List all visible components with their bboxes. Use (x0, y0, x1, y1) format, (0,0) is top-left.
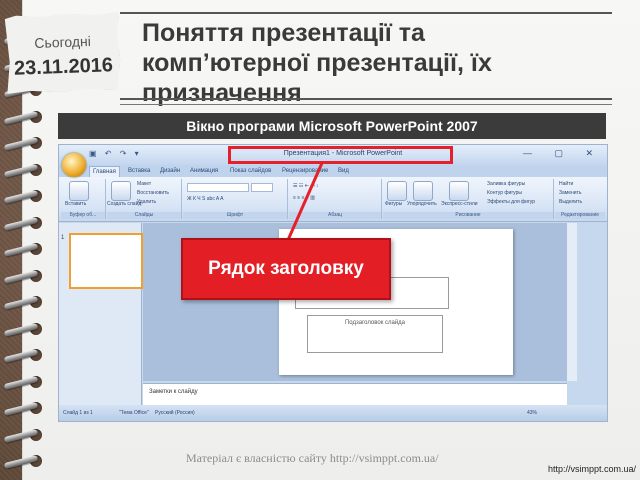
tab-design[interactable]: Дизайн (157, 166, 183, 177)
slide-thumbnail[interactable] (69, 233, 143, 289)
spiral-ring (3, 452, 50, 470)
paragraph-group-label: Абзац (289, 212, 381, 219)
site-url[interactable]: http://vsimppt.com.ua/ (548, 464, 636, 474)
copyright-text: Матеріал є власністю сайту http://vsimpp… (186, 451, 439, 465)
tab-animation[interactable]: Анимация (187, 166, 221, 177)
spiral-ring (3, 187, 50, 205)
arrange-icon[interactable] (413, 181, 433, 201)
editing-group: Найти Заменить Выделить Редактирование (555, 179, 605, 219)
reset-button[interactable]: Восстановить (137, 190, 169, 196)
status-theme: "Тема Office" (119, 410, 149, 416)
figures-icon[interactable] (387, 181, 407, 201)
spiral-ring (3, 108, 50, 126)
thumbnail-number: 1 (61, 235, 65, 241)
shape-outline-button[interactable]: Контур фигуры (487, 190, 522, 196)
tab-view[interactable]: Вид (335, 166, 352, 177)
slide-title: Поняття презентації та комп’ютерної през… (142, 19, 492, 107)
tab-insert[interactable]: Вставка (125, 166, 153, 177)
date-value: 23.11.2016 (13, 54, 114, 80)
editing-group-label: Редактирование (555, 212, 605, 219)
paragraph-group: ☰ ☷ ⇤ ⇥ ↕ ≡ ≡ ≡ ≡ ▥ Абзац (289, 179, 382, 219)
spiral-ring (3, 373, 50, 391)
spiral-ring (3, 320, 50, 338)
spiral-ring (3, 240, 50, 258)
arrange-button[interactable]: Упорядочить (407, 201, 437, 207)
date-label: Сьогодні (34, 33, 92, 51)
figures-button[interactable]: Фигуры (385, 201, 402, 207)
status-language: Русский (Россия) (155, 410, 195, 416)
clipboard-group-label: Буфер об... (61, 212, 105, 219)
date-note: Сьогодні 23.11.2016 (5, 12, 122, 94)
new-slide-icon[interactable] (111, 181, 131, 201)
font-size-field[interactable] (251, 183, 273, 192)
tab-review[interactable]: Рецензирование (279, 166, 331, 177)
vertical-scrollbar[interactable] (567, 223, 577, 381)
status-slide: Слайд 1 из 1 (63, 410, 93, 416)
screenshot-caption: Вікно програми Microsoft PowerPoint 2007 (58, 113, 606, 139)
spiral-ring (3, 399, 50, 417)
align-buttons[interactable]: ≡ ≡ ≡ ≡ ▥ (293, 195, 315, 201)
spiral-ring (3, 214, 50, 232)
layout-button[interactable]: Макет (137, 181, 151, 187)
express-styles-button[interactable]: Экспресс-стили (441, 201, 478, 207)
ribbon: Вставить Буфер об... Создать слайд Макет… (59, 177, 607, 222)
find-button[interactable]: Найти (559, 181, 573, 187)
spiral-ring (3, 161, 50, 179)
spiral-ring (3, 267, 50, 285)
title-bar-highlight (228, 146, 453, 164)
ribbon-tabs: Главная Вставка Дизайн Анимация Показ сл… (59, 165, 607, 178)
list-buttons[interactable]: ☰ ☷ ⇤ ⇥ ↕ (293, 183, 318, 189)
window-controls[interactable]: — ▢ ✕ (523, 148, 603, 159)
office-button-icon[interactable] (62, 153, 86, 177)
quick-access-toolbar[interactable]: ▣ ↶ ↷ ▾ (89, 149, 142, 158)
select-button[interactable]: Выделить (559, 199, 582, 205)
font-name-field[interactable] (187, 183, 249, 192)
slides-pane: 1 (59, 223, 143, 405)
font-group-label: Шрифт (183, 212, 287, 219)
slides-group-label: Слайды (107, 212, 181, 219)
notes-pane[interactable]: Заметки к слайду (143, 383, 567, 405)
title-divider-bottom-thin (120, 104, 612, 105)
drawing-group: Фигуры Упорядочить Экспресс-стили Заливк… (383, 179, 554, 219)
status-bar: Слайд 1 из 1 "Тема Office" Русский (Росс… (59, 405, 607, 421)
font-format-buttons[interactable]: Ж К Ч S abc A A (187, 196, 223, 202)
slides-group: Создать слайд Макет Восстановить Удалить… (107, 179, 182, 219)
paste-icon[interactable] (69, 181, 89, 201)
paste-button[interactable]: Вставить (65, 201, 86, 207)
shape-effects-button[interactable]: Эффекты для фигур (487, 199, 535, 205)
delete-button[interactable]: Удалить (137, 199, 156, 205)
shape-fill-button[interactable]: Заливка фигуры (487, 181, 525, 187)
title-divider-bottom (120, 98, 612, 100)
express-styles-icon[interactable] (449, 181, 469, 201)
spiral-ring (3, 346, 50, 364)
title-bar-callout: Рядок заголовку (181, 238, 391, 300)
replace-button[interactable]: Заменить (559, 190, 581, 196)
clipboard-group: Вставить Буфер об... (61, 179, 106, 219)
zoom-level[interactable]: 43% (527, 410, 537, 416)
spiral-ring (3, 293, 50, 311)
title-divider-top (120, 12, 612, 14)
font-group: Ж К Ч S abc A A Шрифт (183, 179, 288, 219)
spiral-ring (3, 134, 50, 152)
spiral-ring (3, 426, 50, 444)
drawing-group-label: Рисование (383, 212, 553, 219)
subtitle-placeholder[interactable]: Подзаголовок слайда (307, 315, 443, 353)
tab-slideshow[interactable]: Показ слайдов (227, 166, 274, 177)
